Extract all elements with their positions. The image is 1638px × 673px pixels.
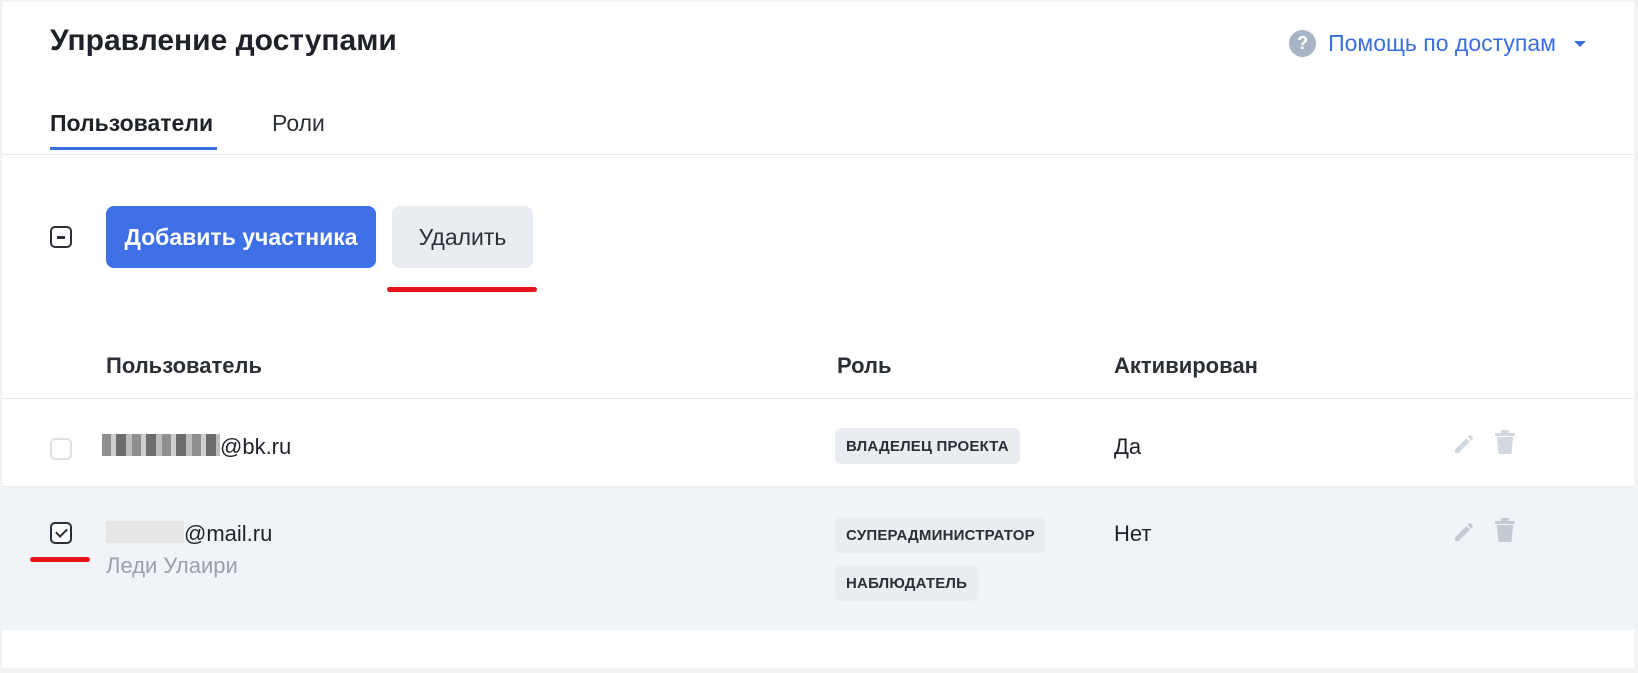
tab-roles[interactable]: Роли: [272, 110, 325, 137]
row-checkbox[interactable]: [50, 522, 72, 544]
role-badge: ВЛАДЕЛЕЦ ПРОЕКТА: [835, 428, 1020, 464]
activated-value: Нет: [1114, 521, 1152, 546]
help-dropdown[interactable]: ? Помощь по доступам: [1289, 30, 1586, 57]
user-display-name: Леди Улаири: [106, 553, 238, 578]
tab-users[interactable]: Пользователи: [50, 110, 213, 137]
pencil-icon[interactable]: [1452, 520, 1476, 544]
annotation-underline: [387, 287, 537, 292]
role-badge: НАБЛЮДАТЕЛЬ: [835, 565, 979, 601]
delete-button[interactable]: Удалить: [392, 206, 533, 268]
help-circle-icon: ?: [1289, 30, 1317, 57]
add-member-button[interactable]: Добавить участника: [106, 206, 376, 268]
user-email: @mail.ru: [184, 521, 273, 546]
redacted-email-prefix: [102, 434, 220, 456]
active-tab-indicator: [50, 147, 217, 150]
table-row-selected: @mail.ru Леди Улаири СУПЕРАДМИНИСТРАТОР …: [2, 486, 1634, 630]
column-header-user: Пользователь: [106, 353, 263, 378]
annotation-underline: [30, 557, 90, 562]
check-icon: [54, 525, 68, 538]
access-management-panel: Управление доступами ? Помощь по доступа…: [2, 2, 1634, 668]
activated-value: Да: [1114, 434, 1142, 459]
pencil-icon[interactable]: [1452, 432, 1476, 456]
redacted-email-prefix: [106, 521, 184, 543]
row-checkbox[interactable]: [50, 438, 72, 460]
table-row: @bk.ru ВЛАДЕЛЕЦ ПРОЕКТА Да: [2, 398, 1634, 494]
trash-icon[interactable]: [1494, 517, 1516, 543]
role-badge: СУПЕРАДМИНИСТРАТОР: [835, 517, 1046, 553]
page-title: Управление доступами: [50, 24, 397, 57]
column-header-activated: Активирован: [1114, 353, 1258, 378]
select-all-checkbox[interactable]: [50, 226, 72, 248]
minus-icon: [57, 235, 65, 239]
user-email: @bk.ru: [220, 434, 292, 459]
column-header-role: Роль: [837, 353, 892, 378]
chevron-down-icon: [1574, 40, 1586, 47]
help-label: Помощь по доступам: [1328, 30, 1556, 56]
trash-icon[interactable]: [1494, 429, 1516, 455]
page-header: Управление доступами ? Помощь по доступа…: [2, 2, 1634, 155]
